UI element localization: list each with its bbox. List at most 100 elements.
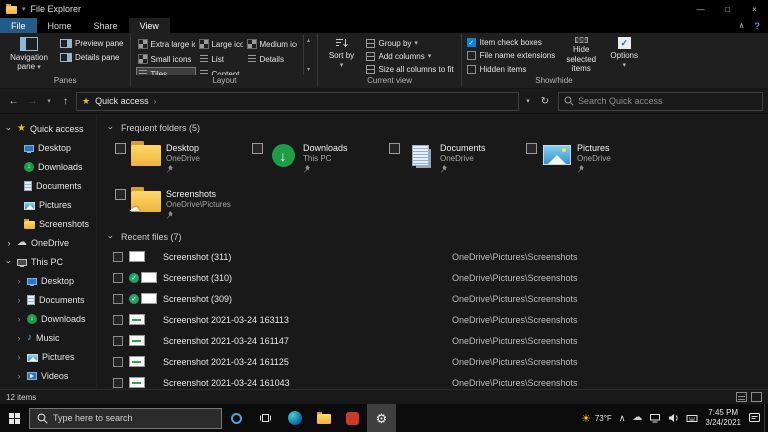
weather-widget[interactable]: ☀ 73°F xyxy=(581,412,612,425)
layout-medium-icons[interactable]: Medium icons xyxy=(245,37,298,51)
breadcrumb-location[interactable]: Quick access xyxy=(95,96,149,106)
forward-button[interactable]: → xyxy=(24,96,41,107)
checkbox-unchecked-icon[interactable] xyxy=(467,65,476,74)
expander-icon[interactable]: › xyxy=(5,238,13,248)
layout-large-icons[interactable]: Large icons xyxy=(197,37,244,51)
sidebar-item-this-pc[interactable]: › This PC xyxy=(0,252,96,271)
expander-icon[interactable]: › xyxy=(15,352,23,362)
scroll-down-icon[interactable]: ▾ xyxy=(307,66,310,73)
address-box[interactable]: ★ Quick access › xyxy=(76,92,519,111)
tab-file[interactable]: File xyxy=(0,18,37,33)
tile-downloads[interactable]: ↓ Downloads This PC xyxy=(250,137,387,183)
minimize-button[interactable]: — xyxy=(687,0,714,18)
item-checkbox[interactable] xyxy=(113,273,123,283)
preview-pane-button[interactable]: Preview pane xyxy=(58,37,125,50)
start-button[interactable] xyxy=(0,404,29,432)
recent-file-row[interactable]: Screenshot (311) OneDrive\Pictures\Scree… xyxy=(107,246,768,267)
tab-home[interactable]: Home xyxy=(37,18,83,33)
layout-details[interactable]: Details xyxy=(245,52,298,66)
item-checkbox[interactable] xyxy=(526,143,537,154)
taskbar-clock[interactable]: 7:45 PM 3/24/2021 xyxy=(705,408,741,428)
file-name-extensions-toggle[interactable]: File name extensions xyxy=(467,50,556,61)
recent-file-row[interactable]: ✓ Screenshot (310) OneDrive\Pictures\Scr… xyxy=(107,267,768,288)
recent-files-header[interactable]: › Recent files (7) xyxy=(107,232,768,242)
sidebar-item-pc-music[interactable]: › ♪ Music xyxy=(0,328,96,347)
sidebar-item-screenshots[interactable]: Screenshots xyxy=(0,214,96,233)
search-input[interactable] xyxy=(578,96,757,106)
details-pane-button[interactable]: Details pane xyxy=(58,51,125,64)
item-checkbox[interactable] xyxy=(113,378,123,388)
sidebar-item-pc-documents[interactable]: › Documents xyxy=(0,290,96,309)
collapse-ribbon-icon[interactable]: ∧ xyxy=(739,21,745,30)
taskbar-search-box[interactable] xyxy=(29,408,222,429)
item-checkbox[interactable] xyxy=(113,315,123,325)
sidebar-item-quick-access[interactable]: › ★ Quick access xyxy=(0,119,96,138)
layout-small-icons[interactable]: Small icons xyxy=(136,52,196,66)
item-checkbox[interactable] xyxy=(113,336,123,346)
recent-file-row[interactable]: Screenshot 2021-03-24 161043 OneDrive\Pi… xyxy=(107,372,768,389)
expander-icon[interactable]: › xyxy=(4,125,14,133)
touch-keyboard-icon[interactable] xyxy=(686,414,698,423)
collapse-section-icon[interactable]: › xyxy=(106,124,116,132)
expander-icon[interactable]: › xyxy=(15,371,23,381)
back-button[interactable]: ← xyxy=(5,96,22,107)
refresh-icon[interactable]: ↻ xyxy=(537,96,553,107)
large-icons-view-toggle-icon[interactable] xyxy=(751,392,762,402)
item-checkbox[interactable] xyxy=(252,143,263,154)
edge-button[interactable] xyxy=(280,404,309,432)
tile-documents[interactable]: Documents OneDrive xyxy=(387,137,524,183)
recent-locations-icon[interactable]: ▾ xyxy=(43,97,55,105)
tile-screenshots[interactable]: ☁ Screenshots OneDrive\Pictures xyxy=(113,183,250,229)
sidebar-item-desktop[interactable]: Desktop xyxy=(0,138,96,157)
onedrive-tray-icon[interactable]: ☁ xyxy=(632,413,642,423)
recent-file-row[interactable]: Screenshot 2021-03-24 161125 OneDrive\Pi… xyxy=(107,351,768,372)
hide-selected-items-button[interactable]: Hide selected items xyxy=(560,35,602,75)
maximize-button[interactable]: □ xyxy=(714,0,741,18)
navigation-pane-button[interactable]: Navigation pane ▾ xyxy=(5,35,53,75)
sidebar-item-pc-downloads[interactable]: › ↓ Downloads xyxy=(0,309,96,328)
recent-file-row[interactable]: Screenshot 2021-03-24 163113 OneDrive\Pi… xyxy=(107,309,768,330)
expander-icon[interactable]: › xyxy=(4,258,14,266)
scroll-up-icon[interactable]: ▴ xyxy=(307,37,310,44)
sidebar-item-pictures[interactable]: Pictures xyxy=(0,195,96,214)
sidebar-item-pc-videos[interactable]: › Videos xyxy=(0,366,96,385)
show-desktop-button[interactable] xyxy=(764,404,768,432)
item-checkbox[interactable] xyxy=(115,143,126,154)
taskbar-search-input[interactable] xyxy=(53,413,214,423)
checkbox-unchecked-icon[interactable] xyxy=(467,51,476,60)
tile-pictures[interactable]: Pictures OneDrive xyxy=(524,137,661,183)
tab-view[interactable]: View xyxy=(129,18,170,33)
expander-icon[interactable]: › xyxy=(15,333,23,343)
sidebar-item-downloads[interactable]: ↓ Downloads xyxy=(0,157,96,176)
layout-gallery-scrollbar[interactable]: ▴ ▾ xyxy=(303,35,312,75)
network-icon[interactable] xyxy=(649,413,661,423)
size-all-columns-button[interactable]: Size all columns to fit xyxy=(364,63,455,75)
expander-icon[interactable]: › xyxy=(15,314,23,324)
up-button[interactable]: ↑ xyxy=(57,96,74,107)
sidebar-item-pc-pictures[interactable]: › Pictures xyxy=(0,347,96,366)
recent-file-row[interactable]: ✓ Screenshot (309) OneDrive\Pictures\Scr… xyxy=(107,288,768,309)
explorer-search-box[interactable] xyxy=(558,92,763,111)
task-view-button[interactable] xyxy=(251,404,280,432)
sidebar-item-documents[interactable]: Documents xyxy=(0,176,96,195)
quick-access-toolbar-arrow-icon[interactable]: ▾ xyxy=(22,5,26,13)
volume-icon[interactable] xyxy=(668,413,679,423)
tab-share[interactable]: Share xyxy=(83,18,129,33)
item-checkbox[interactable] xyxy=(115,189,126,200)
help-icon[interactable]: ? xyxy=(755,21,761,31)
close-button[interactable]: × xyxy=(741,0,768,18)
expander-icon[interactable]: › xyxy=(15,276,23,286)
recent-file-row[interactable]: Screenshot 2021-03-24 161147 OneDrive\Pi… xyxy=(107,330,768,351)
collapse-section-icon[interactable]: › xyxy=(106,233,116,241)
checkbox-checked-icon[interactable]: ✓ xyxy=(467,38,476,47)
breadcrumb-chevron-icon[interactable]: › xyxy=(154,97,157,106)
layout-extra-large-icons[interactable]: Extra large icons xyxy=(136,37,196,51)
details-view-toggle-icon[interactable] xyxy=(736,392,747,402)
layout-list[interactable]: List xyxy=(197,52,244,66)
item-checkbox[interactable] xyxy=(113,252,123,262)
item-checkbox[interactable] xyxy=(113,294,123,304)
show-hidden-icons-button[interactable]: ∧ xyxy=(619,413,626,424)
frequent-folders-header[interactable]: › Frequent folders (5) xyxy=(107,123,768,133)
sidebar-item-pc-desktop[interactable]: › Desktop xyxy=(0,271,96,290)
add-columns-button[interactable]: Add columns▾ xyxy=(364,50,455,62)
